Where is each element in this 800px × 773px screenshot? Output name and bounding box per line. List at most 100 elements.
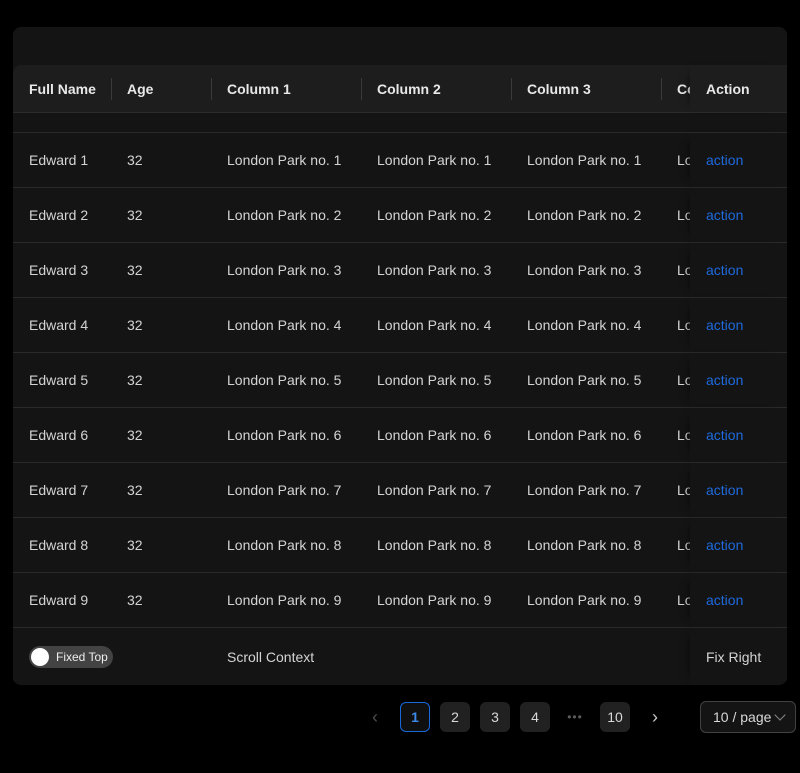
action-link[interactable]: action [706, 152, 743, 168]
cell-full-name: Edward 2 [29, 188, 88, 242]
partial-scrolled-row [13, 113, 787, 133]
cell-age: 32 [127, 243, 143, 297]
next-page-button[interactable]: › [640, 702, 670, 732]
table-row: Edward 8 32 London Park no. 8 London Par… [13, 518, 787, 573]
fixed-top-switch-cell: Fixed Top [13, 628, 113, 685]
prev-page-button[interactable]: ‹ [360, 702, 390, 732]
table-body: Edward 1 32 London Park no. 1 London Par… [13, 113, 787, 685]
fixed-top-switch[interactable]: Fixed Top [29, 646, 113, 668]
action-link[interactable]: action [706, 372, 743, 388]
header-divider [211, 78, 212, 100]
table-row: Edward 2 32 London Park no. 2 London Par… [13, 188, 787, 243]
action-link[interactable]: action [706, 207, 743, 223]
column-header-column3: Column 3 [527, 65, 591, 112]
column-header-age: Age [127, 65, 153, 112]
cell-column1: London Park no. 5 [227, 353, 341, 407]
cell-column2: London Park no. 1 [377, 133, 491, 187]
action-link[interactable]: action [706, 537, 743, 553]
pagination: ‹ 1 2 3 4 ••• 10 › 10 / page [360, 701, 796, 733]
header-divider [361, 78, 362, 100]
cell-column3: London Park no. 8 [527, 518, 641, 572]
cell-full-name: Edward 9 [29, 573, 88, 627]
cell-column4-clipped: London Park no. 6 [677, 408, 690, 462]
column-header-action-fixed: Action [690, 65, 787, 112]
cell-column2: London Park no. 6 [377, 408, 491, 462]
cell-column4-clipped: London Park no. 4 [677, 298, 690, 352]
table-row: Edward 3 32 London Park no. 3 London Par… [13, 243, 787, 298]
action-link[interactable]: action [706, 262, 743, 278]
header-divider [661, 78, 662, 100]
cell-age: 32 [127, 518, 143, 572]
page-size-value: 10 / page [713, 709, 771, 725]
cell-column4-clipped: London Park no. 1 [677, 133, 690, 187]
cell-column3: London Park no. 5 [527, 353, 641, 407]
cell-column2: London Park no. 2 [377, 188, 491, 242]
right-arrow-icon: › [652, 708, 658, 726]
action-link[interactable]: action [706, 592, 743, 608]
table-row: Edward 6 32 London Park no. 6 London Par… [13, 408, 787, 463]
action-link[interactable]: action [706, 427, 743, 443]
cell-column3: London Park no. 4 [527, 298, 641, 352]
cell-column2: London Park no. 3 [377, 243, 491, 297]
cell-column1: London Park no. 3 [227, 243, 341, 297]
page-button-4[interactable]: 4 [520, 702, 550, 732]
cell-column2: London Park no. 7 [377, 463, 491, 517]
table-row: Edward 5 32 London Park no. 5 London Par… [13, 353, 787, 408]
cell-column1: London Park no. 2 [227, 188, 341, 242]
cell-column3: London Park no. 7 [527, 463, 641, 517]
cell-full-name: Edward 1 [29, 133, 88, 187]
cell-column3: London Park no. 3 [527, 243, 641, 297]
table-row: Edward 9 32 London Park no. 9 London Par… [13, 573, 787, 628]
cell-column2: London Park no. 4 [377, 298, 491, 352]
switch-label: Fixed Top [56, 650, 108, 664]
cell-column4-clipped: London Park no. 9 [677, 573, 690, 627]
table-rows: Edward 1 32 London Park no. 1 London Par… [13, 133, 787, 628]
cell-age: 32 [127, 408, 143, 462]
cell-full-name: Edward 7 [29, 463, 88, 517]
cell-column4-clipped: London Park no. 7 [677, 463, 690, 517]
cell-action-fixed: action [690, 518, 787, 572]
page-button-2[interactable]: 2 [440, 702, 470, 732]
cell-column3: London Park no. 9 [527, 573, 641, 627]
table-card: Full Name Age Column 1 Column 2 Column 3… [13, 27, 787, 685]
column-header-column4-clipped: Column 4 [677, 65, 690, 112]
column-header-column2: Column 2 [377, 65, 441, 112]
action-link[interactable]: action [706, 317, 743, 333]
cell-column3: London Park no. 1 [527, 133, 641, 187]
cell-column1: London Park no. 1 [227, 133, 341, 187]
cell-column4-clipped: London Park no. 8 [677, 518, 690, 572]
cell-column1: London Park no. 8 [227, 518, 341, 572]
cell-column1: London Park no. 6 [227, 408, 341, 462]
action-link[interactable]: action [706, 482, 743, 498]
cell-column2: London Park no. 9 [377, 573, 491, 627]
cell-column1: London Park no. 9 [227, 573, 341, 627]
header-divider [111, 78, 112, 100]
fix-right-label: Fix Right [706, 649, 761, 665]
cell-column3: London Park no. 6 [527, 408, 641, 462]
more-pages-ellipsis-icon[interactable]: ••• [560, 710, 590, 724]
page-button-1[interactable]: 1 [400, 702, 430, 732]
page-button-3[interactable]: 3 [480, 702, 510, 732]
chevron-down-icon [774, 709, 785, 720]
cell-age: 32 [127, 188, 143, 242]
column-header-full-name: Full Name [29, 65, 96, 112]
cell-column2: London Park no. 8 [377, 518, 491, 572]
summary-row: Fixed Top Scroll Context Fix Right [13, 628, 787, 685]
left-arrow-icon: ‹ [372, 708, 378, 726]
fix-right-cell: Fix Right [690, 628, 787, 685]
cell-column1: London Park no. 7 [227, 463, 341, 517]
cell-action-fixed: action [690, 353, 787, 407]
page-button-10[interactable]: 10 [600, 702, 630, 732]
cell-full-name: Edward 4 [29, 298, 88, 352]
table-row: Edward 4 32 London Park no. 4 London Par… [13, 298, 787, 353]
cell-age: 32 [127, 573, 143, 627]
cell-action-fixed: action [690, 408, 787, 462]
cell-age: 32 [127, 463, 143, 517]
cell-age: 32 [127, 298, 143, 352]
column-header-column1: Column 1 [227, 65, 291, 112]
cell-full-name: Edward 6 [29, 408, 88, 462]
table-row: Edward 7 32 London Park no. 7 London Par… [13, 463, 787, 518]
cell-action-fixed: action [690, 573, 787, 627]
page-size-select[interactable]: 10 / page [700, 701, 796, 733]
cell-action-fixed: action [690, 463, 787, 517]
